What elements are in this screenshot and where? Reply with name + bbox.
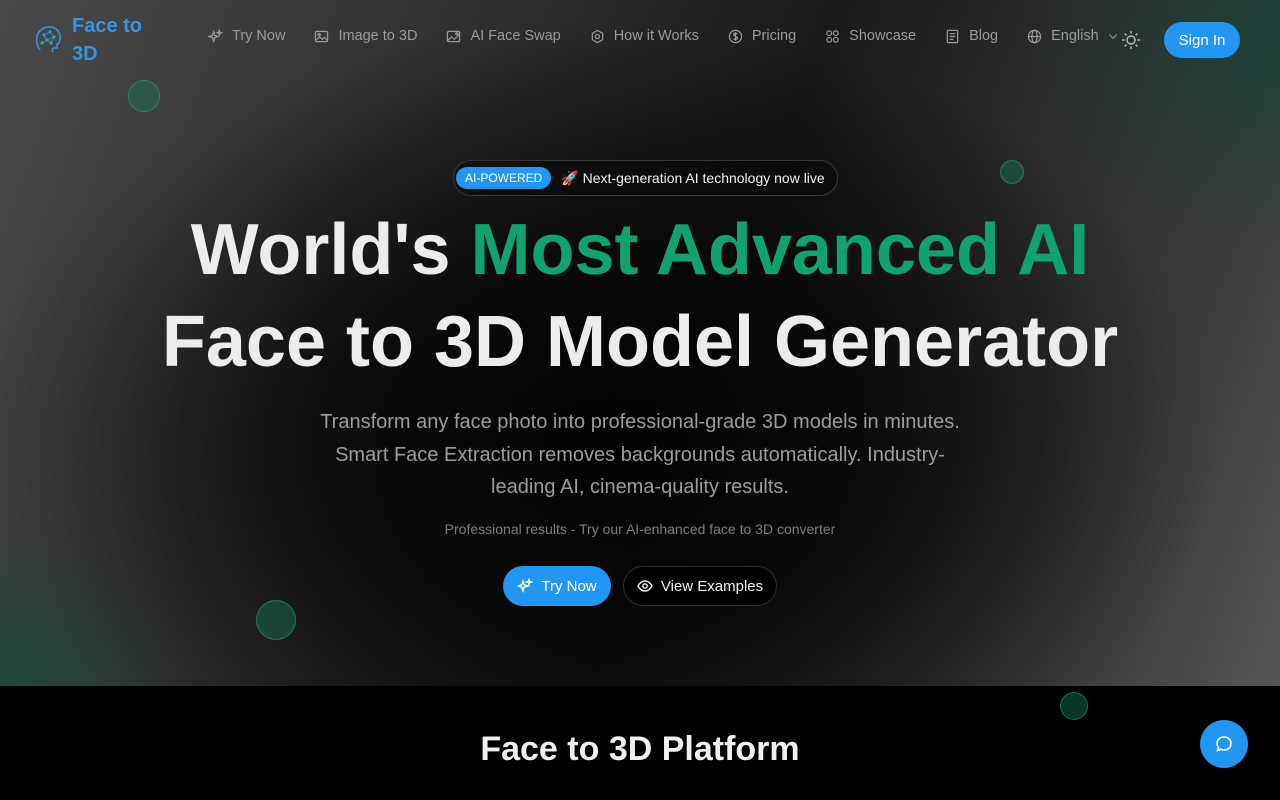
decorative-bubble: [256, 600, 296, 640]
announcement-badge[interactable]: AI-POWERED 🚀 Next-generation AI technolo…: [453, 160, 838, 196]
nav-links: Try Now Image to 3D AI Face Swap How it …: [208, 28, 1148, 44]
chat-bubble-icon: [1216, 736, 1232, 752]
document-icon: [946, 29, 959, 43]
brand-name: Face to 3D: [72, 15, 143, 65]
decorative-bubble: [128, 80, 160, 112]
nav-item-showcase[interactable]: Showcase: [825, 28, 916, 44]
image-icon: [315, 30, 329, 42]
image-edit-icon: [447, 30, 461, 42]
chat-button[interactable]: [1200, 720, 1248, 768]
nav-label: Try Now: [232, 28, 286, 44]
hero-title-line2: Face to 3D Model Generator: [161, 302, 1119, 382]
try-now-button[interactable]: Try Now: [503, 566, 611, 606]
nav-label: AI Face Swap: [470, 28, 561, 44]
top-nav: Face to 3D Try Now Image to 3D AI Face S…: [0, 0, 1280, 80]
nav-item-blog[interactable]: Blog: [945, 28, 998, 44]
decorative-bubble: [1060, 692, 1088, 720]
hero-subtitle: Transform any face photo into profession…: [320, 411, 960, 498]
sparkles-icon: [517, 578, 534, 594]
sparkles-icon: [208, 28, 223, 43]
try-now-label: Try Now: [541, 577, 597, 595]
decorative-bubble: [1000, 160, 1024, 184]
nav-label: Pricing: [751, 28, 797, 44]
globe-icon: [1027, 29, 1042, 43]
gear-icon: [591, 29, 603, 43]
nav-item-try-now[interactable]: Try Now: [208, 28, 285, 44]
nav-label: Image to 3D: [338, 28, 418, 44]
announcement-text: 🚀 Next-generation AI technology now live: [561, 169, 825, 186]
nav-item-pricing[interactable]: Pricing: [728, 28, 796, 44]
view-examples-label: View Examples: [660, 577, 764, 595]
brand[interactable]: Face to 3D: [34, 12, 152, 68]
eye-icon: [637, 580, 653, 592]
view-examples-button[interactable]: View Examples: [623, 566, 777, 606]
hero-note: Professional results - Try our AI-enhanc…: [444, 521, 836, 537]
chevron-down-icon: [1108, 34, 1117, 39]
brain-head-logo-icon: [35, 26, 61, 53]
hero-title-line1: World's Most Advanced AI: [0, 204, 1280, 296]
sign-in-button[interactable]: Sign In: [1164, 22, 1240, 58]
nav-item-image-to-3d[interactable]: Image to 3D: [314, 28, 417, 44]
language-label: English: [1051, 28, 1099, 44]
nav-item-ai-face-swap[interactable]: AI Face Swap: [446, 28, 561, 44]
nav-label: Blog: [969, 28, 999, 44]
language-selector[interactable]: English: [1027, 28, 1119, 44]
nav-item-how-it-works[interactable]: How it Works: [590, 28, 699, 44]
nav-label: Showcase: [849, 28, 917, 44]
grid-icon: [826, 29, 839, 43]
platform-heading: Face to 3D Platform: [480, 730, 800, 768]
title-prefix: World's: [190, 210, 471, 290]
sun-icon[interactable]: [1120, 29, 1142, 51]
dollar-circle-icon: [728, 29, 743, 43]
ai-powered-pill: AI-POWERED: [456, 167, 552, 189]
title-accent: Most Advanced AI: [470, 210, 1090, 290]
nav-label: How it Works: [613, 28, 699, 44]
